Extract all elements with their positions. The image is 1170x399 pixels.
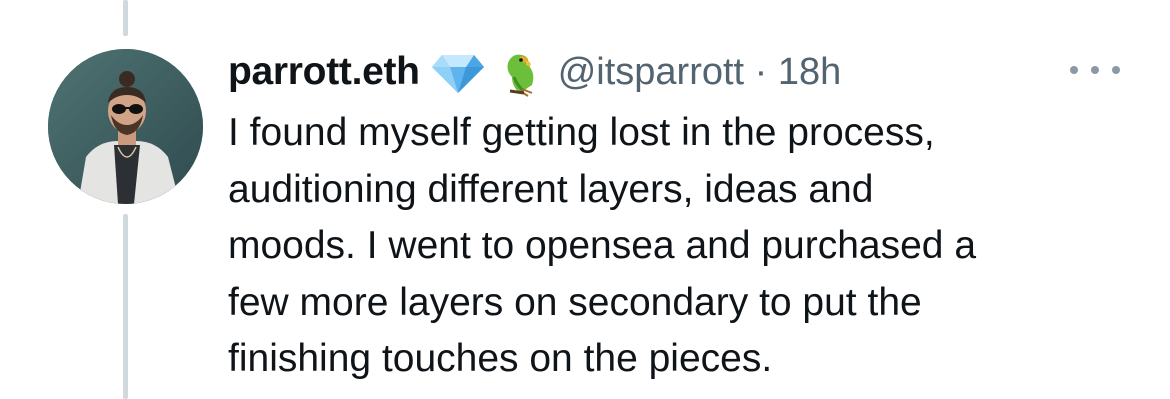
tweet-text-line: auditioning different layers, ideas and [228,167,874,211]
tweet-text-line: few more layers on secondary to put the [228,280,922,324]
author-name[interactable]: parrott.eth [228,50,420,94]
author-handle-and-time[interactable]: @itsparrott · 18h [558,51,842,94]
avatar-image [48,49,203,204]
tweet[interactable]: parrott.eth @itsparrott · 18h I found my… [0,0,1170,399]
tweet-text-line: finishing touches on the pieces. [228,337,773,380]
gem-stone-icon [431,55,484,93]
parrot-icon [507,54,534,97]
thread-line-top [123,0,128,36]
avatar[interactable] [48,49,203,204]
tweet-header: parrott.eth @itsparrott · 18h [228,42,841,102]
thread-line-bottom [123,214,128,399]
tweet-text-line: I found myself getting lost in the proce… [228,111,935,154]
tweet-text-line: moods. I went to opensea and purchased a [228,224,977,267]
tweet-text: I found myself getting lost in the proce… [228,105,1138,388]
more-options-icon[interactable] [1070,56,1120,84]
